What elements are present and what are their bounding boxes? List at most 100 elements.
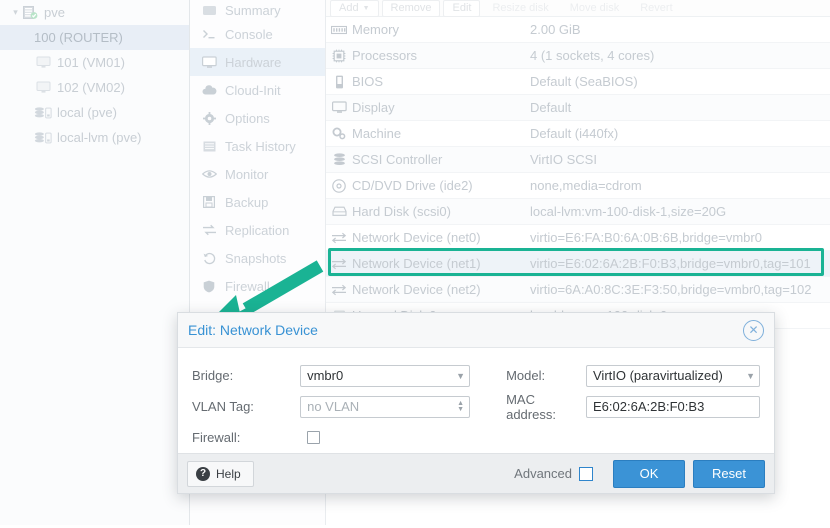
chevron-down-icon[interactable]: ▼ (456, 365, 465, 387)
table-row[interactable]: Processors 4 (1 sockets, 4 cores) (326, 43, 830, 69)
hardware-table: Memory 2.00 GiB Processors 4 (1 sockets,… (326, 17, 830, 329)
nav-item-monitor[interactable]: Monitor (190, 160, 325, 188)
server-ok-icon (21, 5, 39, 21)
table-row-net1-selected[interactable]: Network Device (net1) virtio=E6:02:6A:2B… (326, 251, 830, 277)
nav-item-label: Options (225, 110, 270, 126)
bios-icon (326, 75, 352, 89)
tree-item-102-vm02[interactable]: 102 (VM02) (0, 75, 189, 100)
chevron-down-icon[interactable]: ▼ (746, 365, 755, 387)
model-label: Model: (506, 368, 546, 383)
hardware-value: 4 (1 sockets, 4 cores) (530, 48, 655, 63)
table-row[interactable]: Memory 2.00 GiB (326, 17, 830, 43)
nav-item-label: Monitor (225, 166, 269, 182)
dialog-title: Edit: Network Device (188, 322, 318, 338)
nav-item-snapshots[interactable]: Snapshots (190, 244, 325, 272)
mac-address-input[interactable]: E6:02:6A:2B:F0:B3 (586, 395, 760, 418)
replication-icon (199, 224, 219, 236)
monitor-icon (34, 55, 52, 71)
table-row[interactable]: CD/DVD Drive (ide2) none,media=cdrom (326, 173, 830, 199)
hardware-key: Display (352, 100, 395, 115)
nav-item-label: Replication (225, 222, 290, 238)
revert-button: Revert (640, 2, 673, 14)
add-button[interactable]: Add ▼ (330, 0, 379, 17)
chevron-down-icon: ▼ (362, 4, 370, 12)
nav-item-summary[interactable]: Summary (190, 0, 325, 20)
tree-item-local-storage[interactable]: local (pve) (0, 100, 189, 125)
table-row[interactable]: Network Device (net0) virtio=E6:FA:B0:6A… (326, 225, 830, 251)
hardware-value: virtio=6A:A0:8C:3E:F3:50,bridge=vmbr0,ta… (530, 282, 812, 297)
table-row[interactable]: BIOS Default (SeaBIOS) (326, 69, 830, 95)
cloud-icon (199, 84, 219, 96)
nav-item-replication[interactable]: Replication (190, 216, 325, 244)
model-value[interactable]: VirtIO (paravirtualized) (586, 364, 760, 387)
nav-item-label: Firewall (225, 278, 270, 294)
question-mark-icon: ? (196, 466, 210, 481)
help-button[interactable]: ? Help (187, 460, 254, 487)
dialog-row-vlan-mac: VLAN Tag: no VLAN ▲ ▼ MAC address: E6:02:… (192, 391, 760, 422)
close-circle-icon[interactable]: ✕ (743, 319, 764, 341)
hardware-key: Hard Disk (scsi0) (352, 204, 451, 219)
hardware-key: SCSI Controller (352, 152, 443, 167)
remove-button[interactable]: Remove (381, 0, 441, 17)
edit-button[interactable]: Edit (443, 0, 481, 17)
advanced-checkbox[interactable] (579, 466, 593, 481)
vlan-tag-field[interactable]: no VLAN ▲ ▼ (300, 395, 471, 418)
nav-item-label: Summary (225, 2, 281, 18)
vlan-tag-input[interactable]: no VLAN (300, 395, 471, 418)
ok-button[interactable]: OK (613, 459, 685, 488)
hardware-key: Network Device (net0) (352, 230, 481, 245)
advanced-label: Advanced (514, 466, 572, 481)
table-row[interactable]: SCSI Controller VirtIO SCSI (326, 147, 830, 173)
machine-icon (326, 127, 352, 140)
tree-item-pve[interactable]: ▾ pve (0, 0, 189, 25)
nav-item-options[interactable]: Options (190, 104, 325, 132)
cpu-icon (326, 49, 352, 63)
console-icon (199, 28, 219, 40)
nav-item-console[interactable]: Console (190, 20, 325, 48)
model-field[interactable]: VirtIO (paravirtualized) ▼ (586, 364, 760, 387)
reset-button[interactable]: Reset (693, 459, 765, 488)
move-disk-button: Move disk (569, 2, 620, 14)
tree-item-local-lvm-storage[interactable]: local-lvm (pve) (0, 125, 189, 150)
mac-address-field[interactable]: E6:02:6A:2B:F0:B3 (586, 395, 760, 418)
table-row[interactable]: Machine Default (i440fx) (326, 121, 830, 147)
hardware-value: VirtIO SCSI (530, 152, 597, 167)
dialog-row-bridge-model: Bridge: vmbr0 ▼ Model: VirtIO (paravirtu… (192, 360, 760, 391)
tree-item-label: pve (44, 5, 65, 20)
nav-item-backup[interactable]: Backup (190, 188, 325, 216)
hardware-value: Default (530, 100, 572, 115)
dialog-header: Edit: Network Device ✕ (178, 313, 774, 348)
chevron-down-icon[interactable]: ▾ (10, 7, 21, 18)
hardware-value: Default (SeaBIOS) (530, 74, 638, 89)
memory-icon (326, 25, 352, 35)
monitor-icon (34, 80, 52, 96)
harddisk-icon (326, 206, 352, 217)
table-row[interactable]: Network Device (net2) virtio=6A:A0:8C:3E… (326, 277, 830, 303)
nav-item-firewall[interactable]: Firewall (190, 272, 325, 300)
nav-item-task-history[interactable]: Task History (190, 132, 325, 160)
tree-item-label: local (pve) (57, 105, 117, 120)
edit-network-device-dialog: Edit: Network Device ✕ Bridge: vmbr0 ▼ M… (177, 312, 775, 494)
table-row[interactable]: Display Default (326, 95, 830, 121)
bridge-field[interactable]: vmbr0 ▼ (300, 364, 471, 387)
spinner-arrows-icon[interactable]: ▲ ▼ (457, 396, 464, 418)
summary-icon (199, 5, 219, 16)
bridge-value[interactable]: vmbr0 (300, 364, 471, 387)
dialog-row-firewall: Firewall: (192, 422, 760, 453)
disc-icon (326, 178, 352, 193)
hardware-toolbar: Add ▼ Remove Edit Resize disk Move disk … (326, 0, 830, 17)
network-icon (326, 284, 352, 296)
firewall-checkbox[interactable] (307, 431, 320, 444)
hardware-value: 2.00 GiB (530, 22, 581, 37)
tree-item-100-router[interactable]: 100 (ROUTER) (0, 25, 189, 50)
nav-item-cloud-init[interactable]: Cloud-Init (190, 76, 325, 104)
tree-item-101-vm01[interactable]: 101 (VM01) (0, 50, 189, 75)
monitor-icon (326, 101, 352, 114)
hardware-value: Default (i440fx) (530, 126, 619, 141)
hardware-key: Network Device (net1) (352, 256, 481, 271)
hardware-value: local-lvm:vm-100-disk-1,size=20G (530, 204, 727, 219)
help-label: Help (216, 466, 241, 481)
hardware-key: Machine (352, 126, 402, 141)
table-row[interactable]: Hard Disk (scsi0) local-lvm:vm-100-disk-… (326, 199, 830, 225)
nav-item-hardware[interactable]: Hardware (190, 48, 325, 76)
